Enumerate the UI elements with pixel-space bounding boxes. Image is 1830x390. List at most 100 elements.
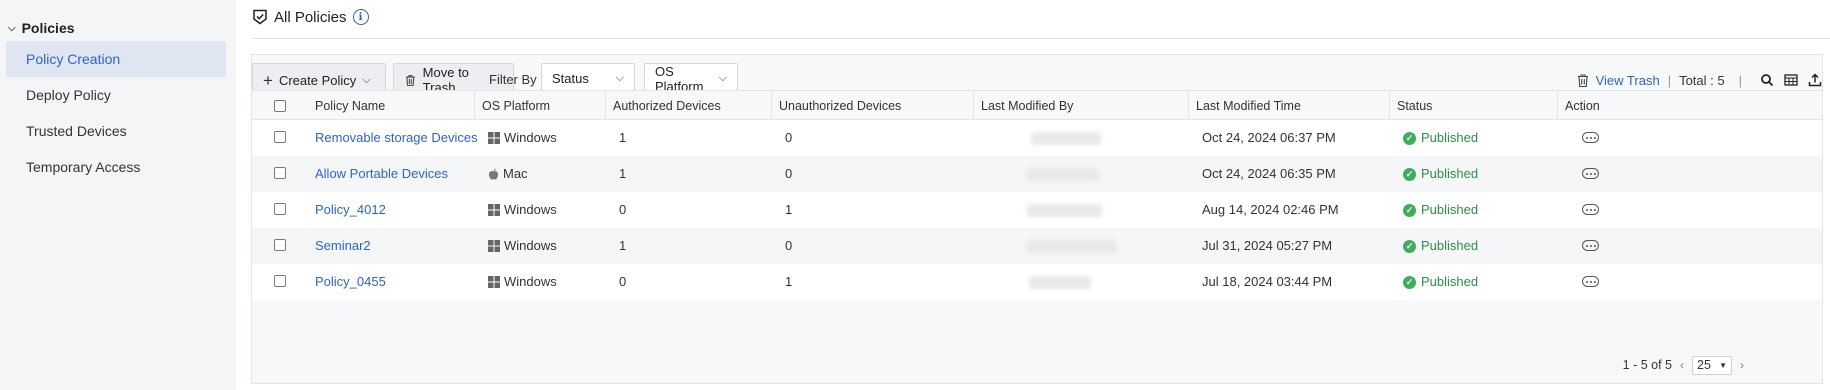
os-platform-cell: Windows (481, 228, 557, 264)
os-platform-label: Windows (504, 274, 557, 289)
column-header-last-modified-by[interactable]: Last Modified By (973, 91, 1073, 121)
last-modified-time-cell: Jul 18, 2024 03:44 PM (1202, 274, 1333, 289)
chevron-down-icon: ⌵ (362, 73, 371, 86)
column-header-last-modified-time[interactable]: Last Modified Time (1188, 91, 1301, 121)
os-platform-label: Windows (504, 238, 557, 253)
unauthorized-devices-cell: 0 (785, 166, 793, 181)
column-header-authorized-devices[interactable]: Authorized Devices (605, 91, 721, 121)
status-label: Published (1421, 274, 1479, 289)
redacted-modified-by (1027, 168, 1099, 181)
policy-name-link[interactable]: Removable storage Devices (308, 120, 478, 156)
table-row: Policy_4012 Windows 0 1 Aug 14, 2024 02:… (252, 192, 1822, 228)
windows-icon (488, 132, 500, 144)
plus-icon: + (263, 70, 273, 90)
shield-check-icon (253, 9, 267, 25)
status-label: Published (1421, 202, 1479, 217)
authorized-devices-cell: 1 (619, 130, 627, 145)
policy-name-link[interactable]: Policy_4012 (308, 192, 386, 228)
sidebar-section-policies[interactable]: ⌵ Policies (8, 18, 75, 38)
trash-icon (405, 74, 415, 86)
row-checkbox[interactable] (274, 239, 286, 251)
view-trash-link[interactable]: View Trash (1596, 73, 1660, 88)
sidebar-item-trusted-devices[interactable]: Trusted Devices (6, 113, 226, 149)
column-header-unauthorized-devices[interactable]: Unauthorized Devices (771, 91, 901, 121)
last-modified-time-cell: Aug 14, 2024 02:46 PM (1202, 202, 1339, 217)
page-title-row: All Policies i (252, 6, 369, 28)
table-header: Policy Name OS Platform Authorized Devic… (252, 90, 1822, 121)
trash-icon[interactable] (1576, 73, 1590, 88)
table-columns-icon[interactable] (1784, 73, 1798, 87)
os-platform-cell: Windows (481, 264, 557, 300)
windows-icon (488, 276, 500, 288)
status-cell: ✓ Published (1396, 156, 1478, 192)
status-label: Published (1421, 238, 1479, 253)
search-icon[interactable] (1760, 73, 1774, 87)
unauthorized-devices-cell: 1 (785, 274, 793, 289)
chevron-down-icon: ⌵ (615, 72, 624, 84)
os-platform-cell: Mac (481, 156, 528, 192)
previous-page-button[interactable]: ‹ (1680, 358, 1684, 372)
caret-down-icon: ▼ (1719, 360, 1727, 370)
page-title: All Policies (274, 8, 347, 26)
create-policy-label: Create Policy (278, 72, 357, 88)
apple-icon (489, 168, 498, 180)
row-checkbox[interactable] (274, 167, 286, 179)
check-circle-icon: ✓ (1403, 239, 1416, 253)
check-circle-icon: ✓ (1403, 131, 1416, 145)
unauthorized-devices-cell: 1 (785, 202, 793, 217)
table-row: Removable storage Devices Windows 1 0 Oc… (252, 120, 1822, 156)
policy-panel: + Create Policy ⌵ Move to Trash Filter B… (251, 54, 1823, 384)
pagination-range: 1 - 5 of 5 (1622, 358, 1672, 372)
status-cell: ✓ Published (1396, 192, 1478, 228)
per-page-value: 25 (1697, 358, 1711, 372)
separator: | (1738, 72, 1742, 88)
row-checkbox[interactable] (274, 131, 286, 143)
os-platform-cell: Windows (481, 120, 557, 156)
total-count: Total : 5 (1679, 72, 1725, 88)
main-content: All Policies i + Create Policy ⌵ Move to… (236, 0, 1830, 390)
policy-name-link[interactable]: Policy_0455 (308, 264, 386, 300)
per-page-select[interactable]: 25 ▼ (1692, 355, 1732, 375)
info-icon[interactable]: i (352, 9, 369, 25)
status-cell: ✓ Published (1396, 228, 1478, 264)
more-actions-icon[interactable] (1582, 132, 1599, 143)
sidebar-section-label: Policies (21, 20, 75, 36)
column-header-policy-name[interactable]: Policy Name (308, 91, 385, 121)
unauthorized-devices-cell: 0 (785, 130, 793, 145)
column-header-status[interactable]: Status (1389, 91, 1432, 121)
policy-name-link[interactable]: Seminar2 (308, 228, 371, 264)
export-icon[interactable] (1808, 73, 1822, 87)
status-filter-value: Status (552, 71, 589, 86)
chevron-down-icon: ⌵ (8, 22, 16, 34)
column-header-os-platform[interactable]: OS Platform (474, 91, 550, 121)
chevron-down-icon: ⌵ (718, 72, 727, 84)
os-platform-filter-value: OS Platform (655, 63, 704, 94)
last-modified-time-cell: Oct 24, 2024 06:37 PM (1202, 130, 1336, 145)
more-actions-icon[interactable] (1582, 204, 1599, 215)
status-cell: ✓ Published (1396, 264, 1478, 300)
policy-table: Policy Name OS Platform Authorized Devic… (252, 90, 1822, 300)
more-actions-icon[interactable] (1582, 240, 1599, 251)
redacted-modified-by (1027, 240, 1117, 253)
sidebar-item-deploy-policy[interactable]: Deploy Policy (6, 77, 226, 113)
sidebar-item-temporary-access[interactable]: Temporary Access (6, 149, 226, 185)
column-header-action[interactable]: Action (1557, 91, 1600, 121)
next-page-button[interactable]: › (1740, 358, 1744, 372)
table-row: Policy_0455 Windows 0 1 Jul 18, 2024 03:… (252, 264, 1822, 300)
table-row: Allow Portable Devices Mac 1 0 Oct 24, 2… (252, 156, 1822, 192)
more-actions-icon[interactable] (1582, 168, 1599, 179)
authorized-devices-cell: 1 (619, 166, 627, 181)
windows-icon (488, 240, 500, 252)
select-all-checkbox[interactable] (274, 100, 286, 112)
row-checkbox[interactable] (274, 275, 286, 287)
unauthorized-devices-cell: 0 (785, 238, 793, 253)
row-checkbox[interactable] (274, 203, 286, 215)
policy-name-link[interactable]: Allow Portable Devices (308, 156, 448, 192)
more-actions-icon[interactable] (1582, 276, 1599, 287)
redacted-modified-by (1027, 204, 1102, 217)
redacted-modified-by (1029, 276, 1091, 289)
os-platform-label: Mac (503, 166, 528, 181)
sidebar-item-policy-creation[interactable]: Policy Creation (6, 41, 226, 77)
separator: | (1667, 72, 1672, 88)
check-circle-icon: ✓ (1403, 275, 1416, 289)
